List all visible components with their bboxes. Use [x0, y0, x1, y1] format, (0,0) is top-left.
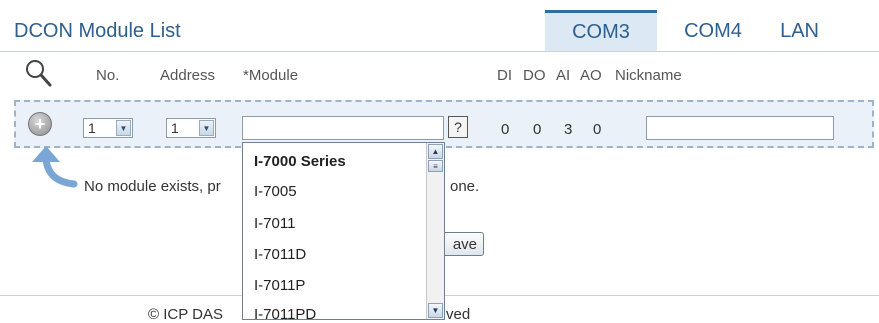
dropdown-scrollbar[interactable]: ▲ ≡ ▼ — [426, 143, 444, 319]
header-ai: AI — [556, 67, 571, 84]
dropdown-option[interactable]: I-7011D — [254, 246, 306, 263]
header-nickname: Nickname — [615, 67, 682, 84]
module-input[interactable] — [242, 116, 444, 140]
empty-message-end: one. — [450, 178, 480, 195]
dropdown-option[interactable]: I-7011PD — [254, 306, 316, 319]
magnifier-icon[interactable] — [24, 58, 52, 88]
footer-copyright-start: © ICP DAS — [148, 306, 223, 323]
scroll-thumb[interactable]: ≡ — [428, 160, 443, 172]
di-count: 0 — [501, 121, 510, 138]
header-module: *Module — [243, 67, 299, 84]
footer-copyright-end: ved — [446, 306, 471, 323]
scroll-down-icon[interactable]: ▼ — [428, 303, 443, 318]
dropdown-option[interactable]: I-7011 — [254, 215, 295, 232]
dropdown-option[interactable]: I-7011P — [254, 277, 305, 294]
tab-com3[interactable]: COM3 — [545, 10, 657, 52]
curved-arrow-icon — [22, 140, 82, 190]
address-select[interactable]: 1 ▼ — [166, 118, 216, 138]
empty-message-start: No module exists, pr — [84, 178, 221, 195]
chevron-down-icon: ▼ — [199, 120, 214, 136]
header-di: DI — [497, 67, 512, 84]
do-count: 0 — [533, 121, 542, 138]
header-ao: AO — [580, 67, 602, 84]
ao-count: 0 — [593, 121, 602, 138]
module-dropdown-list[interactable]: I-7000 Series I-7005 I-7011 I-7011D I-70… — [242, 142, 445, 320]
nickname-input[interactable] — [646, 116, 834, 140]
page-title: DCON Module List — [14, 20, 181, 42]
tab-lan[interactable]: LAN — [769, 10, 829, 52]
tab-bar: COM3 COM4 LAN — [545, 10, 829, 52]
module-help-button[interactable]: ? — [448, 116, 468, 138]
header-address: Address — [160, 67, 216, 84]
scroll-up-icon[interactable]: ▲ — [428, 144, 443, 159]
ai-count: 3 — [564, 121, 573, 138]
chevron-down-icon: ▼ — [116, 120, 131, 136]
no-select-value: 1 — [88, 120, 96, 136]
no-select[interactable]: 1 ▼ — [83, 118, 133, 138]
title-divider — [0, 51, 879, 52]
dropdown-option[interactable]: I-7005 — [254, 183, 297, 200]
tab-com4[interactable]: COM4 — [657, 10, 769, 52]
header-do: DO — [523, 67, 546, 84]
header-no: No. — [96, 67, 120, 84]
dropdown-group-header: I-7000 Series — [254, 153, 346, 170]
plus-circle-icon[interactable]: + — [28, 112, 52, 136]
address-select-value: 1 — [171, 120, 179, 136]
